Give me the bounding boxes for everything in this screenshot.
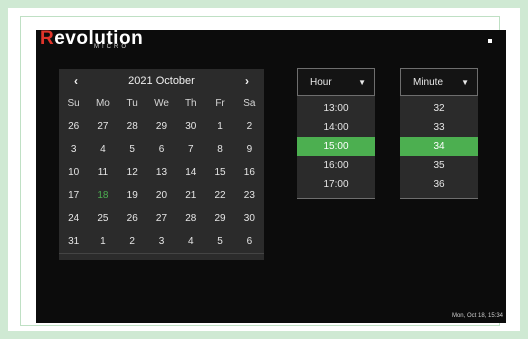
calendar-day[interactable]: 3 bbox=[59, 138, 88, 161]
logo-letter-r: R bbox=[40, 28, 55, 49]
calendar-day[interactable]: 28 bbox=[176, 207, 205, 230]
weekday-label: Sa bbox=[243, 98, 256, 109]
logo-subtitle: MICRO bbox=[94, 44, 129, 50]
calendar-day[interactable]: 7 bbox=[176, 138, 205, 161]
calendar-day[interactable]: 27 bbox=[147, 207, 176, 230]
next-month-icon[interactable]: › bbox=[242, 74, 252, 88]
calendar-footer bbox=[59, 253, 264, 260]
calendar-body: Su Mo Tu We Th Fr Sa 26 27 28 29 30 1 2 3 4 5 6 7 8 9 10 11 12… bbox=[59, 92, 264, 253]
calendar-day[interactable]: 22 bbox=[205, 184, 234, 207]
calendar-day[interactable]: 16 bbox=[235, 161, 264, 184]
calendar-day[interactable]: 12 bbox=[118, 161, 147, 184]
weekday-row: Su Mo Tu We Th Fr Sa bbox=[59, 92, 264, 115]
chevron-down-icon: ▼ bbox=[461, 77, 469, 87]
calendar-day[interactable]: 15 bbox=[205, 161, 234, 184]
day-grid: 26 27 28 29 30 1 2 3 4 5 6 7 8 9 10 11 12 13 14 15 16 17 18 19 2… bbox=[59, 115, 264, 253]
calendar-day[interactable]: 4 bbox=[176, 230, 205, 253]
hour-dropdown[interactable]: Hour ▼ bbox=[297, 68, 375, 96]
calendar-day[interactable]: 21 bbox=[176, 184, 205, 207]
minute-option[interactable]: 33 bbox=[400, 118, 478, 137]
calendar-day[interactable]: 20 bbox=[147, 184, 176, 207]
calendar-day[interactable]: 2 bbox=[235, 115, 264, 138]
prev-month-icon[interactable]: ‹ bbox=[71, 74, 81, 88]
weekday-label: We bbox=[154, 98, 169, 109]
calendar-header: ‹ 2021 October › bbox=[59, 69, 264, 92]
calendar-day[interactable]: 5 bbox=[118, 138, 147, 161]
calendar-title: 2021 October bbox=[128, 75, 195, 87]
minute-options: 32 33 34 35 36 bbox=[400, 96, 478, 199]
calendar-day[interactable]: 27 bbox=[88, 115, 117, 138]
calendar-day[interactable]: 6 bbox=[147, 138, 176, 161]
calendar-day[interactable]: 8 bbox=[205, 138, 234, 161]
calendar-day[interactable]: 28 bbox=[118, 115, 147, 138]
calendar-day[interactable]: 10 bbox=[59, 161, 88, 184]
calendar-day[interactable]: 17 bbox=[59, 184, 88, 207]
calendar-month: October bbox=[155, 74, 195, 87]
calendar-day[interactable]: 25 bbox=[88, 207, 117, 230]
minute-picker: Minute ▼ 32 33 34 35 36 bbox=[400, 68, 478, 199]
minute-option[interactable]: 35 bbox=[400, 156, 478, 175]
minute-label: Minute bbox=[413, 76, 444, 88]
hour-options: 13:00 14:00 15:00 16:00 17:00 bbox=[297, 96, 375, 199]
calendar-day[interactable]: 30 bbox=[176, 115, 205, 138]
hour-option[interactable]: 16:00 bbox=[297, 156, 375, 175]
calendar-day[interactable]: 1 bbox=[205, 115, 234, 138]
minute-option[interactable]: 34 bbox=[400, 137, 478, 156]
calendar-day[interactable]: 18 bbox=[88, 184, 117, 207]
minute-option[interactable]: 32 bbox=[400, 99, 478, 118]
chevron-down-icon: ▼ bbox=[358, 77, 366, 87]
weekday-label: Tu bbox=[126, 98, 138, 109]
calendar-day[interactable]: 4 bbox=[88, 138, 117, 161]
minute-option[interactable]: 36 bbox=[400, 175, 478, 194]
calendar: ‹ 2021 October › Su Mo Tu We Th Fr Sa 26 27 28 29… bbox=[59, 69, 264, 260]
weekday-label: Th bbox=[184, 98, 197, 109]
calendar-day[interactable]: 26 bbox=[118, 207, 147, 230]
calendar-day[interactable]: 30 bbox=[235, 207, 264, 230]
hour-label: Hour bbox=[310, 76, 332, 88]
device-screen: Revolution MICRO ‹ 2021 October › Su Mo Tu… bbox=[36, 28, 506, 323]
hour-option[interactable]: 15:00 bbox=[297, 137, 375, 156]
calendar-day[interactable]: 2 bbox=[118, 230, 147, 253]
weekday-label: Su bbox=[67, 98, 80, 109]
hour-option[interactable]: 17:00 bbox=[297, 175, 375, 194]
calendar-day[interactable]: 1 bbox=[88, 230, 117, 253]
calendar-day[interactable]: 9 bbox=[235, 138, 264, 161]
menu-icon[interactable] bbox=[488, 39, 492, 43]
calendar-day[interactable]: 23 bbox=[235, 184, 264, 207]
calendar-day[interactable]: 3 bbox=[147, 230, 176, 253]
calendar-day[interactable]: 19 bbox=[118, 184, 147, 207]
calendar-day[interactable]: 29 bbox=[147, 115, 176, 138]
calendar-year: 2021 bbox=[128, 74, 153, 87]
calendar-day[interactable]: 5 bbox=[205, 230, 234, 253]
calendar-day[interactable]: 14 bbox=[176, 161, 205, 184]
calendar-day[interactable]: 26 bbox=[59, 115, 88, 138]
calendar-day[interactable]: 11 bbox=[88, 161, 117, 184]
calendar-day[interactable]: 6 bbox=[235, 230, 264, 253]
calendar-day[interactable]: 31 bbox=[59, 230, 88, 253]
status-datetime: Mon, Oct 18, 15:34 bbox=[451, 313, 503, 319]
hour-picker: Hour ▼ 13:00 14:00 15:00 16:00 17:00 bbox=[297, 68, 375, 199]
weekday-label: Mo bbox=[95, 98, 110, 109]
calendar-day[interactable]: 24 bbox=[59, 207, 88, 230]
calendar-day[interactable]: 13 bbox=[147, 161, 176, 184]
calendar-day[interactable]: 29 bbox=[205, 207, 234, 230]
hour-option[interactable]: 13:00 bbox=[297, 99, 375, 118]
hour-option[interactable]: 14:00 bbox=[297, 118, 375, 137]
minute-dropdown[interactable]: Minute ▼ bbox=[400, 68, 478, 96]
weekday-label: Fr bbox=[215, 98, 225, 109]
